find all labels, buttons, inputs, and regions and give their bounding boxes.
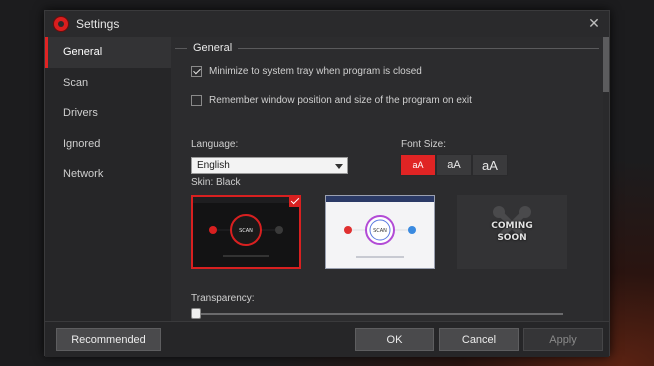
font-size-large-button[interactable]: aA <box>472 154 508 176</box>
title-bar: Settings ✕ <box>45 11 609 37</box>
sidebar-item-ignored[interactable]: Ignored <box>45 129 171 160</box>
remember-position-label: Remember window position and size of the… <box>209 95 472 106</box>
dialog-footer: Recommended OK Cancel Apply <box>45 321 609 357</box>
sidebar-item-network[interactable]: Network <box>45 159 171 190</box>
skin-coming-soon-option: COMING SOON <box>457 195 567 269</box>
divider <box>175 47 187 49</box>
minimize-to-tray-option[interactable]: Minimize to system tray when program is … <box>191 66 422 77</box>
settings-dialog: Settings ✕ General Scan Drivers Ignored … <box>44 10 610 357</box>
sidebar-item-general[interactable]: General <box>45 37 171 68</box>
white-skin-preview: SCAN <box>326 196 434 268</box>
skin-white-option[interactable]: SCAN <box>325 195 435 269</box>
close-icon[interactable]: ✕ <box>587 16 601 30</box>
white-preview-scan-text: SCAN <box>373 228 387 234</box>
app-logo-icon <box>53 16 69 32</box>
transparency-slider-track[interactable] <box>191 313 563 315</box>
font-size-medium-button[interactable]: aA <box>436 154 472 176</box>
black-preview-scan-text: SCAN <box>239 228 253 234</box>
language-label: Language: <box>191 139 239 150</box>
skin-black-option[interactable]: SCAN <box>191 195 301 269</box>
settings-sidebar: General Scan Drivers Ignored Network <box>45 37 171 321</box>
language-value: English <box>197 160 230 171</box>
sidebar-item-scan[interactable]: Scan <box>45 68 171 99</box>
transparency-label: Transparency: <box>191 293 255 304</box>
coming-soon-line1: COMING <box>491 221 533 231</box>
recommended-button[interactable]: Recommended <box>56 328 161 351</box>
window-title: Settings <box>76 17 120 31</box>
font-size-label: Font Size: <box>401 139 447 150</box>
ok-button[interactable]: OK <box>355 328 434 351</box>
minimize-to-tray-checkbox[interactable] <box>191 66 202 77</box>
transparency-slider-handle[interactable] <box>191 308 201 319</box>
coming-soon-text: COMING SOON <box>491 220 532 244</box>
coming-soon-line2: SOON <box>497 233 527 243</box>
skin-label: Skin: Black <box>191 177 241 188</box>
font-size-selector: aA aA aA <box>400 154 508 176</box>
black-skin-preview: SCAN <box>193 197 299 267</box>
language-select[interactable]: English <box>191 157 348 174</box>
selected-check-icon <box>289 195 301 207</box>
remember-position-option[interactable]: Remember window position and size of the… <box>191 95 472 106</box>
chevron-down-icon <box>335 164 343 169</box>
remember-position-checkbox[interactable] <box>191 95 202 106</box>
section-title: General <box>193 42 233 54</box>
cancel-button[interactable]: Cancel <box>439 328 519 351</box>
section-header: General <box>171 37 603 59</box>
font-size-small-button[interactable]: aA <box>400 154 436 176</box>
minimize-to-tray-label: Minimize to system tray when program is … <box>209 66 422 77</box>
general-settings-panel: General Minimize to system tray when pro… <box>171 37 603 321</box>
scrollbar-thumb[interactable] <box>603 37 609 92</box>
sidebar-item-drivers[interactable]: Drivers <box>45 98 171 129</box>
divider <box>238 47 599 49</box>
apply-button[interactable]: Apply <box>523 328 603 351</box>
content-scrollbar[interactable] <box>603 37 609 321</box>
